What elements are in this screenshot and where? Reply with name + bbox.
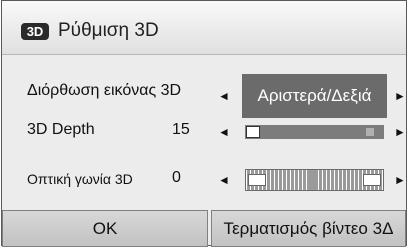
3d-settings-dialog: 3D Ρύθμιση 3D Διόρθωση εικόνας 3D ◄ Αρισ…	[1, 0, 407, 247]
picture-correction-label: Διόρθωση εικόνας 3D	[27, 82, 182, 99]
dialog-header: 3D Ρύθμιση 3D	[2, 1, 406, 55]
depth-left-arrow-icon[interactable]: ◄	[218, 126, 230, 138]
angle-slider-right-cap-icon	[363, 174, 381, 186]
depth-slider-fill	[246, 126, 260, 138]
depth-slider[interactable]	[245, 125, 384, 139]
viewing-angle-slider[interactable]	[245, 169, 384, 191]
depth-label: 3D Depth	[27, 121, 95, 138]
correction-left-arrow-icon[interactable]: ◄	[218, 90, 230, 102]
angle-left-arrow-icon[interactable]: ◄	[218, 174, 230, 186]
correction-right-arrow-icon[interactable]: ►	[394, 90, 406, 102]
angle-slider-left-cap-icon	[248, 174, 266, 186]
depth-value: 15	[172, 121, 190, 138]
viewing-angle-value: 0	[172, 169, 181, 186]
dialog-title: Ρύθμιση 3D	[58, 20, 159, 41]
angle-slider-center-icon	[310, 170, 316, 190]
ok-button[interactable]: OK	[2, 210, 208, 247]
viewing-angle-label: Οπτική γωνία 3D	[27, 171, 133, 187]
depth-right-arrow-icon[interactable]: ►	[394, 126, 406, 138]
angle-right-arrow-icon[interactable]: ►	[394, 174, 406, 186]
3d-logo-icon: 3D	[21, 23, 49, 40]
end-3d-video-button[interactable]: Τερματισμός βίντεο 3Δ	[211, 210, 406, 247]
depth-slider-end-icon	[366, 128, 374, 136]
picture-correction-selector[interactable]: Αριστερά/Δεξιά	[242, 74, 387, 118]
